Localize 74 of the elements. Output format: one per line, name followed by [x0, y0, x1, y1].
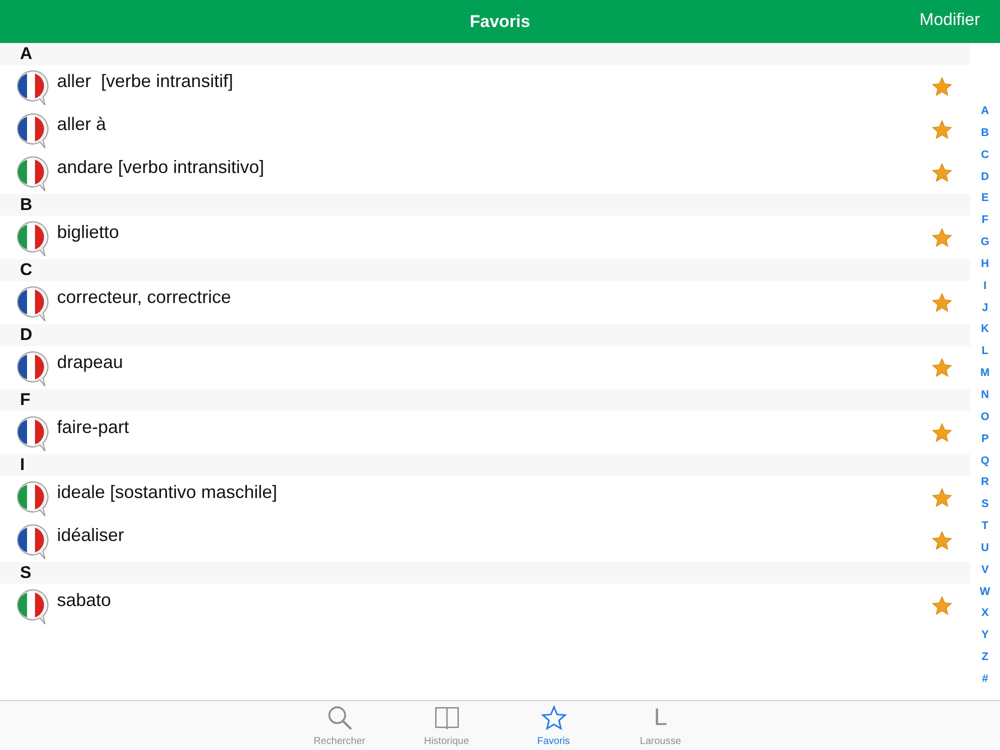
- index-letter[interactable]: E: [981, 192, 989, 206]
- flag-bubble-icon: [14, 524, 50, 560]
- flag-bubble-icon: [14, 589, 50, 625]
- star-icon: [931, 357, 953, 379]
- tab-button[interactable]: Historique: [393, 701, 500, 750]
- entry-text[interactable]: ideale [sostantivo maschile]: [57, 482, 931, 503]
- entry-text[interactable]: aller [verbe intransitif]: [57, 71, 931, 92]
- index-letter[interactable]: Q: [980, 454, 990, 468]
- index-letter[interactable]: #: [982, 672, 988, 686]
- index-letter[interactable]: G: [980, 236, 990, 250]
- section-letter: I: [20, 455, 25, 475]
- flag-bubble-icon: [14, 351, 50, 387]
- index-letter[interactable]: K: [981, 323, 989, 336]
- index-letter[interactable]: O: [980, 410, 990, 424]
- flag-bubble-icon: [14, 113, 50, 149]
- index-letter[interactable]: H: [981, 258, 989, 271]
- tab-button[interactable]: Rechercher: [286, 701, 393, 750]
- index-letter[interactable]: S: [981, 498, 989, 512]
- section-letter: S: [20, 563, 32, 583]
- index-letter[interactable]: W: [980, 586, 990, 599]
- book-icon: [434, 705, 460, 731]
- index-letter[interactable]: X: [981, 607, 989, 620]
- index-letter[interactable]: I: [983, 280, 987, 293]
- index-letter[interactable]: Y: [981, 629, 989, 642]
- index-letter[interactable]: R: [981, 476, 989, 490]
- index-letter[interactable]: J: [982, 302, 988, 315]
- flag-bubble-icon: [14, 481, 50, 517]
- star-icon: [931, 530, 953, 552]
- index-letter[interactable]: M: [980, 367, 990, 380]
- index-letter[interactable]: T: [982, 520, 988, 534]
- entry-text[interactable]: drapeau: [57, 352, 931, 373]
- entry-text[interactable]: sabato: [57, 590, 931, 611]
- letter-icon: L: [654, 705, 668, 731]
- flag-bubble-icon: [14, 286, 50, 322]
- index-letter[interactable]: L: [982, 345, 988, 358]
- section-letter: C: [20, 260, 32, 280]
- index-letter[interactable]: Z: [982, 651, 988, 664]
- star-icon: [931, 76, 953, 98]
- star-icon: [540, 705, 566, 731]
- index-letter[interactable]: P: [981, 432, 989, 446]
- tab-button[interactable]: Favoris: [500, 701, 607, 750]
- tab-button[interactable]: L Larousse: [607, 701, 714, 750]
- index-letter[interactable]: B: [981, 126, 989, 140]
- star-icon: [931, 595, 953, 617]
- index-letter[interactable]: U: [981, 542, 989, 555]
- star-icon: [931, 162, 953, 184]
- search-icon: [326, 705, 352, 731]
- star-icon: [931, 119, 953, 141]
- index-letter[interactable]: F: [982, 214, 988, 228]
- flag-bubble-icon: [14, 156, 50, 192]
- nav-title: Favoris: [470, 12, 530, 32]
- entry-text[interactable]: faire-part: [57, 417, 931, 438]
- entry-text[interactable]: andare [verbo intransitivo]: [57, 157, 931, 178]
- section-letter: A: [20, 44, 32, 64]
- section-letter: B: [20, 195, 32, 215]
- entry-text[interactable]: biglietto: [57, 222, 931, 243]
- star-icon: [931, 292, 953, 314]
- flag-bubble-icon: [14, 221, 50, 257]
- star-icon: [931, 422, 953, 444]
- index-letter[interactable]: D: [981, 170, 989, 184]
- entry-text[interactable]: aller à: [57, 114, 931, 135]
- flag-bubble-icon: [14, 70, 50, 106]
- section-letter: D: [20, 325, 32, 345]
- index-letter[interactable]: C: [981, 148, 989, 162]
- star-icon: [931, 487, 953, 509]
- index-letter[interactable]: V: [981, 564, 989, 577]
- flag-bubble-icon: [14, 416, 50, 452]
- edit-button[interactable]: Modifier: [920, 10, 980, 30]
- star-icon: [931, 227, 953, 249]
- index-letter[interactable]: N: [981, 388, 989, 402]
- entry-text[interactable]: idéaliser: [57, 525, 931, 546]
- index-letter[interactable]: A: [981, 105, 989, 118]
- entry-text[interactable]: correcteur, correctrice: [57, 287, 931, 308]
- section-letter: F: [20, 390, 30, 410]
